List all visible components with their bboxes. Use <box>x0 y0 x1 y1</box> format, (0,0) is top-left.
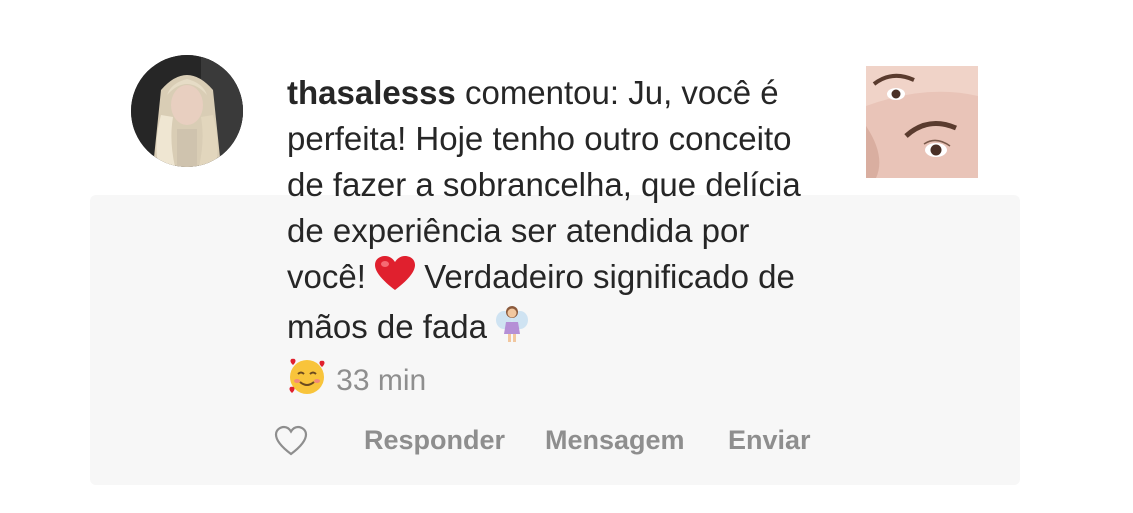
fairy-emoji-icon <box>496 304 529 356</box>
smiling-face-with-hearts-emoji-icon <box>287 356 327 408</box>
message-button[interactable]: Mensagem <box>545 425 685 456</box>
send-button[interactable]: Enviar <box>728 425 811 456</box>
post-thumbnail[interactable] <box>866 66 978 178</box>
heart-outline-icon[interactable] <box>274 425 308 457</box>
user-avatar[interactable] <box>131 55 243 167</box>
comment-username[interactable]: thasalesss <box>287 74 456 111</box>
comment-text: thasalesss comentou: Ju, você é perfeita… <box>287 70 832 408</box>
comment-actions: Responder Mensagem Enviar <box>0 423 1133 459</box>
reply-button[interactable]: Responder <box>364 425 505 456</box>
comment-timestamp: 33 min <box>336 364 427 397</box>
red-heart-emoji-icon <box>375 256 416 304</box>
